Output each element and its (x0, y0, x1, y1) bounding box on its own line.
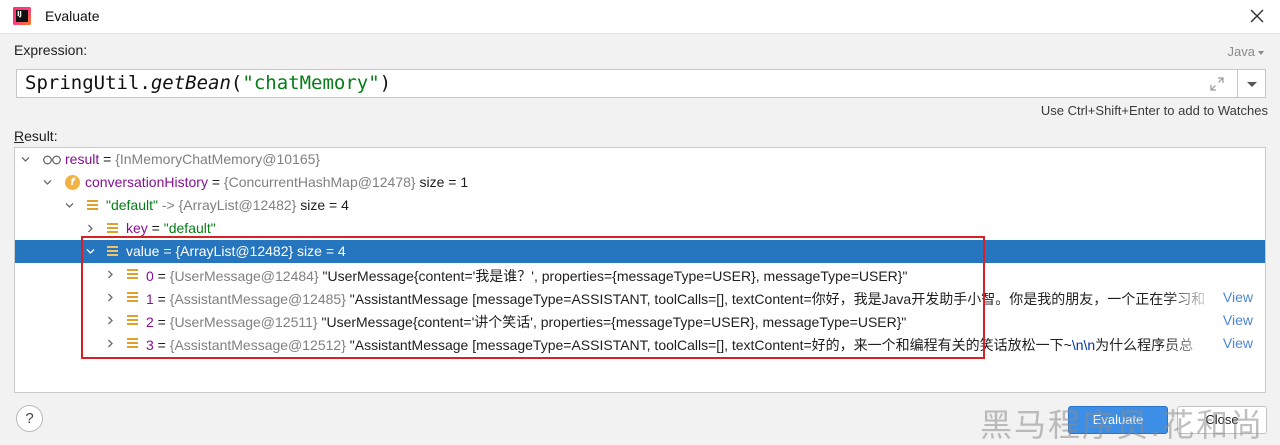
expression-input[interactable]: SpringUtil.getBean("chatMemory") (16, 69, 1238, 98)
var-name: value (126, 243, 160, 259)
var-size: size = 4 (293, 243, 346, 259)
var-ref: {UserMessage@12511} (169, 314, 318, 330)
chevron-down-icon[interactable] (65, 201, 74, 210)
tree-row-item-0[interactable]: 0 = {UserMessage@12484} "UserMessage{con… (15, 263, 1265, 286)
title-bar: IJ Evaluate (0, 0, 1280, 34)
tree-row-item-2[interactable]: 2 = {UserMessage@12511} "UserMessage{con… (15, 309, 1265, 332)
close-button[interactable]: Close (1177, 406, 1267, 434)
expression-text[interactable]: SpringUtil.getBean("chatMemory") (25, 72, 391, 94)
var-name: 3 (146, 337, 154, 353)
history-dropdown-button[interactable] (1238, 69, 1266, 98)
language-selector[interactable]: Java (1228, 44, 1264, 59)
var-ref: {UserMessage@12484} (169, 268, 319, 284)
tree-row-key[interactable]: key = "default" (15, 217, 1265, 240)
chevron-down-icon (1247, 82, 1257, 87)
var-ref: {ArrayList@12482} (178, 197, 297, 213)
view-link[interactable]: View (1223, 335, 1253, 351)
expression-label: Expression: (14, 42, 88, 58)
result-tree[interactable]: result = {InMemoryChatMemory@10165} f co… (14, 147, 1266, 393)
chevron-right-icon[interactable] (106, 293, 115, 302)
tree-row-result[interactable]: result = {InMemoryChatMemory@10165} (15, 148, 1265, 171)
var-ref: {AssistantMessage@12512} (169, 337, 346, 353)
chevron-down-icon[interactable] (21, 155, 30, 164)
chevron-down-icon (1258, 50, 1264, 55)
list-entry-icon (106, 221, 121, 236)
var-value: "AssistantMessage [messageType=ASSISTANT… (345, 291, 1206, 307)
view-link[interactable]: View (1223, 289, 1253, 305)
tree-row-item-1[interactable]: 1 = {AssistantMessage@12485} "AssistantM… (15, 286, 1265, 309)
var-name: "default" (106, 197, 158, 213)
evaluate-button[interactable]: Evaluate (1068, 406, 1168, 434)
var-value: "default" (163, 220, 216, 236)
chevron-right-icon[interactable] (106, 270, 115, 279)
help-button[interactable]: ? (16, 405, 43, 432)
var-name: 1 (146, 291, 154, 307)
var-value: "UserMessage{content='我是谁？', properties=… (318, 268, 908, 284)
chevron-down-icon[interactable] (86, 247, 95, 256)
view-link[interactable]: View (1223, 312, 1253, 328)
var-value: "AssistantMessage [messageType=ASSISTANT… (345, 337, 1072, 353)
expand-icon[interactable] (1209, 76, 1225, 92)
var-name: result (65, 151, 100, 167)
var-name: 2 (146, 314, 154, 330)
var-size: size = 4 (296, 197, 349, 213)
list-entry-icon (126, 313, 141, 328)
list-entry-icon (126, 336, 141, 351)
close-icon[interactable] (1246, 5, 1268, 27)
tree-row-default-entry[interactable]: "default" -> {ArrayList@12482} size = 4 (15, 194, 1265, 217)
chevron-right-icon[interactable] (106, 339, 115, 348)
list-entry-icon (86, 198, 101, 213)
var-size: size = 1 (415, 174, 469, 190)
tree-row-conversation-history[interactable]: f conversationHistory = {ConcurrentHashM… (15, 171, 1265, 194)
watches-hint: Use Ctrl+Shift+Enter to add to Watches (1040, 103, 1268, 118)
result-label: Result: (14, 128, 58, 144)
var-ref: {ArrayList@12482} (175, 243, 294, 259)
var-name: 0 (146, 268, 154, 284)
var-ref: {AssistantMessage@12485} (169, 291, 346, 307)
tree-row-value[interactable]: value = {ArrayList@12482} size = 4 (15, 240, 1265, 263)
var-value: "UserMessage{content='讲个笑话', properties=… (317, 314, 907, 330)
chevron-down-icon[interactable] (43, 178, 52, 187)
intellij-app-icon: IJ (13, 7, 31, 25)
field-icon: f (65, 175, 80, 190)
escape-sequence: \n\n (1071, 337, 1096, 353)
list-entry-icon (126, 267, 141, 282)
chevron-right-icon[interactable] (86, 224, 95, 233)
tree-row-item-3[interactable]: 3 = {AssistantMessage@12512} "AssistantM… (15, 332, 1265, 355)
var-name: conversationHistory (85, 174, 208, 190)
var-ref: {InMemoryChatMemory@10165} (115, 151, 321, 167)
var-name: key (126, 220, 148, 236)
chevron-right-icon[interactable] (106, 316, 115, 325)
var-ref: {ConcurrentHashMap@12478} (223, 174, 416, 190)
watch-glasses-icon (43, 155, 61, 165)
list-entry-icon (126, 290, 141, 305)
list-entry-icon (106, 244, 121, 259)
window-title: Evaluate (45, 8, 100, 24)
